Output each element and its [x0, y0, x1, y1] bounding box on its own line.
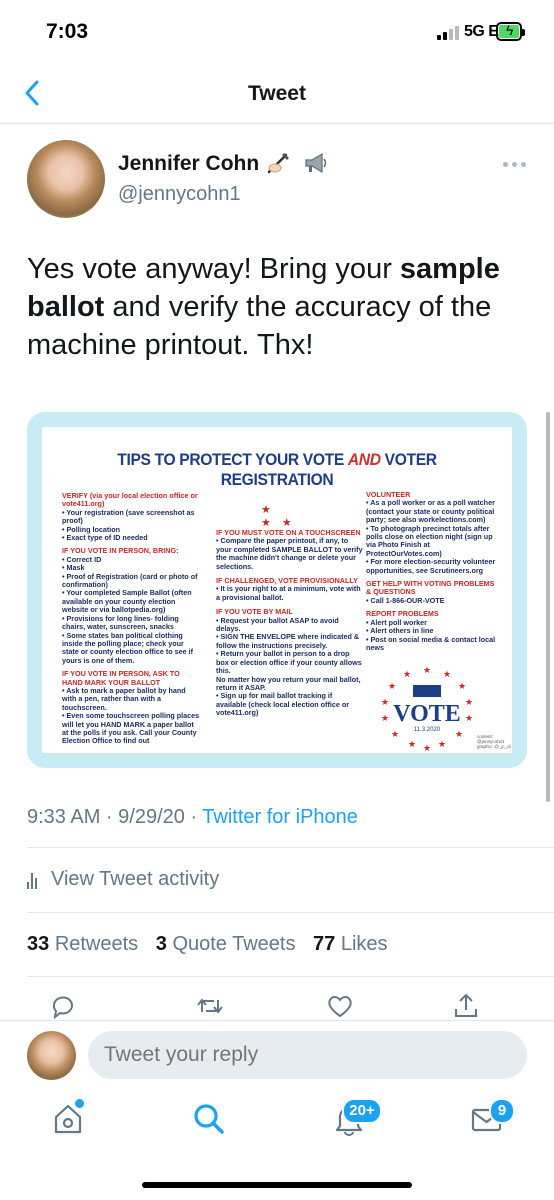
card-column-2: IF YOU MUST VOTE ON A TOUCHSCREEN • Comp…	[216, 528, 363, 718]
user-avatar[interactable]	[27, 1031, 76, 1080]
likes-stat[interactable]: 77 Likes	[313, 933, 388, 955]
battery-icon: ϟ	[496, 22, 525, 41]
svg-text:★: ★	[388, 681, 396, 691]
reply-input[interactable]	[88, 1031, 527, 1079]
tweet-stats: 33 Retweets 3 Quote Tweets 77 Likes	[27, 933, 388, 956]
view-activity-label: View Tweet activity	[51, 868, 220, 890]
section-heading: VERIFY (via your local election office o…	[62, 491, 198, 509]
nav-bar: Tweet	[0, 66, 554, 124]
section-heading: IF YOU VOTE IN PERSON, ASK TO HAND MARK …	[62, 669, 180, 687]
svg-text:VOTE: VOTE	[393, 701, 461, 727]
svg-text:★: ★	[381, 697, 389, 707]
tab-bar: 20+ 9	[0, 1090, 554, 1200]
action-bar	[0, 992, 554, 1022]
svg-text:★: ★	[465, 713, 473, 723]
svg-text:★: ★	[455, 729, 463, 739]
view-activity-button[interactable]: View Tweet activity	[27, 868, 219, 891]
svg-text:★: ★	[391, 729, 399, 739]
svg-text:★: ★	[443, 669, 451, 679]
tweet-image[interactable]: TIPS TO PROTECT YOUR VOTE AND VOTER REGI…	[27, 412, 527, 768]
writing-hand-emoji-icon	[266, 150, 292, 176]
divider	[27, 847, 554, 848]
messages-badge: 9	[489, 1098, 515, 1124]
vote-logo-icon: ★ ★ ★ ★ ★ ★ ★ ★ ★ ★ ★ ★ ★ ★ VOTE 11.3.20…	[381, 665, 473, 753]
retweet-icon[interactable]	[196, 992, 224, 1020]
network-label: 5G E	[464, 23, 499, 40]
megaphone-emoji-icon	[302, 150, 328, 176]
signal-icon	[437, 26, 459, 40]
quotes-stat[interactable]: 3 Quote Tweets	[156, 933, 296, 955]
card-title: TIPS TO PROTECT YOUR VOTE AND VOTER REGI…	[117, 450, 437, 489]
author-avatar[interactable]	[27, 140, 105, 218]
notifications-badge: 20+	[342, 1098, 382, 1124]
svg-text:★: ★	[438, 739, 446, 749]
analytics-icon	[27, 871, 43, 889]
name-emoji-group	[266, 150, 328, 176]
tips-card: TIPS TO PROTECT YOUR VOTE AND VOTER REGI…	[42, 427, 512, 753]
scrollbar[interactable]	[546, 412, 550, 802]
home-indicator	[142, 1182, 412, 1188]
svg-text:★: ★	[458, 681, 466, 691]
svg-text:★: ★	[465, 697, 473, 707]
home-unread-dot	[75, 1099, 84, 1108]
card-column-3: VOLUNTEER • As a poll worker or as a pol…	[366, 490, 498, 652]
divider	[27, 976, 554, 977]
svg-text:★: ★	[423, 665, 431, 675]
svg-text:11.3.2020: 11.3.2020	[414, 727, 441, 733]
reply-icon[interactable]	[48, 992, 76, 1020]
reply-bar	[0, 1020, 554, 1090]
svg-text:★: ★	[381, 713, 389, 723]
search-icon[interactable]	[192, 1102, 226, 1136]
tweet-timestamp: 9:33 AM · 9/29/20 · Twitter for iPhone	[27, 806, 358, 829]
share-icon[interactable]	[452, 992, 480, 1020]
divider	[27, 912, 554, 913]
retweets-stat[interactable]: 33 Retweets	[27, 933, 138, 955]
svg-text:★: ★	[408, 739, 416, 749]
tweet-text: Yes vote anyway! Bring your sample ballo…	[27, 250, 532, 364]
more-icon[interactable]	[503, 162, 526, 167]
image-credit: content: @jennycohn1 graphic: @_jc_di	[477, 734, 511, 749]
card-column-1: VERIFY (via your local election office o…	[62, 491, 202, 746]
author-name[interactable]: Jennifer Cohn	[118, 152, 259, 176]
stars-decoration: ★ ★ ★	[261, 504, 296, 529]
tweet-text-part: Yes vote anyway! Bring your	[27, 253, 400, 285]
like-icon[interactable]	[326, 992, 354, 1020]
timestamp-text: 9:33 AM · 9/29/20 ·	[27, 806, 203, 828]
svg-text:★: ★	[423, 743, 431, 753]
status-bar: 7:03 5G E ϟ	[0, 0, 554, 66]
author-handle[interactable]: @jennycohn1	[118, 183, 241, 206]
section-heading: GET HELP WITH VOTING PROBLEMS & QUESTION…	[366, 579, 495, 597]
source-link[interactable]: Twitter for iPhone	[202, 806, 358, 828]
page-title: Tweet	[248, 82, 306, 105]
svg-text:★: ★	[403, 669, 411, 679]
status-time: 7:03	[46, 20, 89, 43]
